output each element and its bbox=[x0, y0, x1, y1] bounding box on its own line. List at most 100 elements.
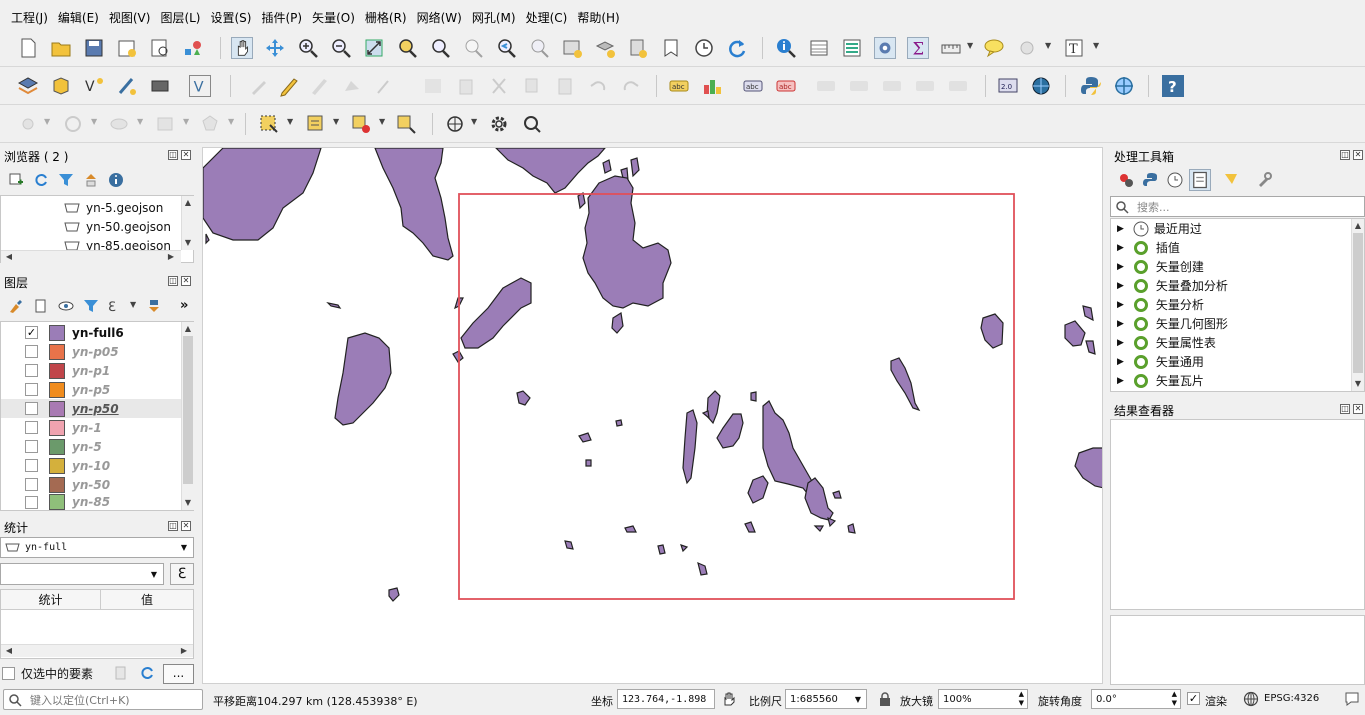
browser-hscrollbar[interactable]: ◀ ▶ bbox=[1, 250, 181, 263]
layers-scroll-thumb[interactable] bbox=[183, 336, 193, 484]
pan-to-selection-icon[interactable] bbox=[264, 37, 286, 59]
identify-features-icon[interactable] bbox=[775, 37, 797, 59]
options-gear-icon[interactable] bbox=[488, 113, 510, 135]
close-panel-icon[interactable]: ✕ bbox=[181, 521, 191, 531]
layer-row[interactable]: yn-85 bbox=[1, 494, 181, 510]
models-icon[interactable] bbox=[1118, 172, 1134, 188]
zoom-native-icon[interactable] bbox=[462, 37, 484, 59]
spin-arrows-icon[interactable]: ▲ ▼ bbox=[1172, 690, 1177, 708]
collapse-all-icon[interactable] bbox=[83, 172, 99, 188]
rotate-label-icon[interactable] bbox=[848, 75, 870, 97]
digitize-icon[interactable] bbox=[341, 75, 363, 97]
redo-icon[interactable] bbox=[620, 75, 642, 97]
layer-visibility-checkbox[interactable] bbox=[25, 421, 38, 434]
save-edits-icon[interactable] bbox=[308, 75, 330, 97]
menu-plugins[interactable]: 插件(P) bbox=[256, 9, 307, 26]
add-vector-layer-icon[interactable]: V bbox=[189, 75, 211, 97]
zoom-to-layer-icon[interactable] bbox=[429, 37, 451, 59]
vertex-tool-icon[interactable] bbox=[374, 75, 396, 97]
menu-settings[interactable]: 设置(S) bbox=[206, 9, 257, 26]
layer-visibility-checkbox[interactable] bbox=[25, 364, 38, 377]
move-label-icon[interactable] bbox=[815, 75, 837, 97]
render-checkbox[interactable]: ✓ bbox=[1187, 692, 1200, 705]
toggle-extents-icon[interactable] bbox=[720, 690, 738, 708]
layer-visibility-checkbox[interactable] bbox=[25, 478, 38, 491]
copy-statistics-icon[interactable] bbox=[113, 665, 129, 681]
add-ellipse-icon[interactable] bbox=[108, 113, 130, 135]
browser-item[interactable]: yn-5.geojson bbox=[63, 198, 163, 217]
layers-scrollbar[interactable]: ▲ ▼ bbox=[181, 322, 194, 510]
close-panel-icon[interactable]: ✕ bbox=[181, 150, 191, 160]
menu-vector[interactable]: 矢量(O) bbox=[307, 9, 360, 26]
show-hide-labels-icon[interactable]: abc bbox=[775, 75, 797, 97]
select-by-expression-icon[interactable] bbox=[305, 113, 327, 135]
map-tips-icon[interactable] bbox=[983, 37, 1005, 59]
menu-raster[interactable]: 栅格(R) bbox=[360, 9, 412, 26]
magnifier-spinbox[interactable]: 100% ▲ ▼ bbox=[938, 689, 1028, 709]
plugin-globe-icon[interactable] bbox=[1030, 75, 1052, 97]
zoom-in-icon[interactable] bbox=[297, 37, 319, 59]
only-selected-row[interactable]: 仅选中的要素 bbox=[2, 664, 93, 683]
toggle-editing-icon[interactable] bbox=[278, 75, 300, 97]
edit-features-in-place-icon[interactable] bbox=[1223, 172, 1239, 188]
float-panel-icon[interactable]: ◫ bbox=[168, 150, 178, 160]
add-group-icon[interactable] bbox=[33, 298, 49, 314]
pin-labels-icon[interactable]: abc bbox=[742, 75, 764, 97]
column-header-value[interactable]: 值 bbox=[101, 590, 193, 610]
python-console-icon[interactable] bbox=[1080, 75, 1102, 97]
layer-visibility-checkbox[interactable] bbox=[25, 440, 38, 453]
zoom-to-selection-icon[interactable] bbox=[396, 37, 418, 59]
map-canvas[interactable] bbox=[202, 147, 1103, 684]
close-panel-icon[interactable]: ✕ bbox=[181, 276, 191, 286]
manage-map-themes-icon[interactable] bbox=[58, 298, 74, 314]
zoom-out-icon[interactable] bbox=[330, 37, 352, 59]
statistical-summary-icon[interactable]: Σ bbox=[907, 37, 929, 59]
expand-all-icon[interactable] bbox=[146, 298, 162, 314]
open-layer-styling-icon[interactable] bbox=[8, 298, 24, 314]
data-source-manager-icon[interactable] bbox=[17, 75, 39, 97]
menu-web[interactable]: 网络(W) bbox=[412, 9, 467, 26]
help-icon[interactable]: ? bbox=[1162, 75, 1184, 97]
crs-label[interactable]: EPSG:4326 bbox=[1264, 693, 1319, 704]
toolbox-group[interactable]: ▶ 矢量通用 bbox=[1117, 352, 1204, 371]
rotation-spinbox[interactable]: 0.0° ▲ ▼ bbox=[1091, 689, 1181, 709]
filter-by-expression-icon[interactable]: ℇ bbox=[107, 298, 125, 315]
toolbox-group[interactable]: ▶ 矢量叠加分析 bbox=[1117, 276, 1228, 295]
toolbox-group[interactable]: ▶ 矢量分析 bbox=[1117, 295, 1204, 314]
properties-info-icon[interactable] bbox=[108, 172, 124, 188]
processing-toolbox-icon[interactable] bbox=[874, 37, 896, 59]
refresh-browser-icon[interactable] bbox=[33, 172, 49, 188]
label-history-icon[interactable] bbox=[947, 75, 969, 97]
new-bookmark-icon[interactable] bbox=[627, 37, 649, 59]
new-temporary-layer-icon[interactable] bbox=[116, 75, 138, 97]
change-label-icon[interactable] bbox=[881, 75, 903, 97]
menu-processing[interactable]: 处理(C) bbox=[521, 9, 573, 26]
browser-item[interactable]: yn-50.geojson bbox=[63, 217, 171, 236]
layer-visibility-checkbox[interactable] bbox=[25, 459, 38, 472]
scale-combo[interactable]: 1:685560 ▼ bbox=[785, 689, 867, 709]
refresh-statistics-icon[interactable] bbox=[139, 665, 155, 681]
scripts-python-icon[interactable] bbox=[1143, 172, 1159, 188]
close-panel-icon[interactable]: ✕ bbox=[1353, 150, 1363, 160]
toolbox-group[interactable]: ▶ 矢量瓦片 bbox=[1117, 371, 1204, 390]
new-3d-map-view-icon[interactable] bbox=[594, 37, 616, 59]
options-wrench-icon[interactable] bbox=[1256, 172, 1272, 188]
float-panel-icon[interactable]: ◫ bbox=[168, 276, 178, 286]
add-regular-polygon-icon[interactable] bbox=[199, 113, 221, 135]
add-rectangle-icon[interactable] bbox=[154, 113, 176, 135]
layer-row[interactable]: yn-5 bbox=[1, 437, 181, 456]
layer-row[interactable]: ✓ yn-full6 bbox=[1, 323, 181, 342]
select-features-icon[interactable] bbox=[258, 113, 280, 135]
browser-scrollbar[interactable]: ▲ ▼ bbox=[181, 196, 194, 250]
layer-row[interactable]: yn-10 bbox=[1, 456, 181, 475]
menu-layer[interactable]: 图层(L) bbox=[155, 9, 205, 26]
zoom-last-icon[interactable] bbox=[495, 37, 517, 59]
diagram-options-icon[interactable] bbox=[701, 75, 723, 97]
measure-dropdown-icon[interactable]: ▼ bbox=[967, 42, 975, 50]
layout-manager-icon[interactable] bbox=[149, 37, 171, 59]
add-selected-layers-icon[interactable] bbox=[8, 172, 24, 188]
new-shapefile-layer-icon[interactable]: V bbox=[83, 75, 105, 97]
toolbox-scrollbar[interactable]: ▲ ▼ bbox=[1351, 219, 1364, 391]
new-map-view-icon[interactable] bbox=[561, 37, 583, 59]
layer-select[interactable]: yn-full ▼ bbox=[0, 537, 194, 558]
